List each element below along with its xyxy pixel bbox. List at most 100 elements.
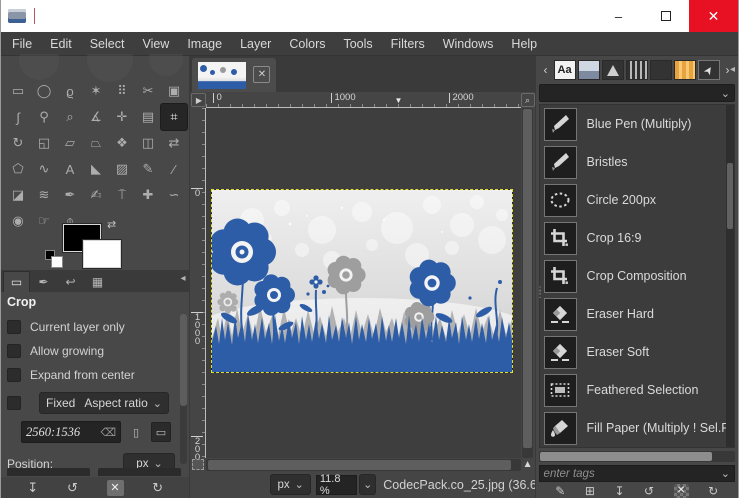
checkbox-0[interactable] — [7, 320, 21, 334]
list-scrollbar[interactable] — [726, 105, 734, 447]
tab-images[interactable]: ▦ — [84, 271, 111, 292]
scale-tool-icon[interactable]: ◱ — [31, 130, 57, 156]
heal-tool-icon[interactable]: ✚ — [135, 182, 161, 208]
unified-transform-tool-icon[interactable]: ❖ — [109, 130, 135, 156]
cage-transform-tool-icon[interactable]: ⬠ — [5, 156, 31, 182]
delete-preset-button[interactable]: ✕ — [674, 484, 689, 498]
refresh-presets-button[interactable]: ↻ — [708, 484, 718, 498]
clone-tool-icon[interactable]: ⍑ — [109, 182, 135, 208]
shear-tool-icon[interactable]: ▱ — [57, 130, 83, 156]
preset-item[interactable]: Bristles — [540, 143, 734, 181]
maximize-button[interactable] — [642, 0, 689, 32]
blur-sharpen-tool-icon[interactable]: ◉ — [5, 208, 31, 234]
vertical-ruler[interactable]: 010002000 — [190, 108, 206, 458]
new-preset-button[interactable]: ⊞ — [585, 484, 595, 498]
restore-preset-button[interactable]: ↺ — [644, 484, 654, 498]
minimize-button[interactable]: – — [595, 0, 642, 32]
menu-colors[interactable]: Colors — [280, 32, 334, 56]
menu-windows[interactable]: Windows — [434, 32, 503, 56]
checkbox-2[interactable] — [7, 368, 21, 382]
vertical-scrollbar[interactable] — [522, 108, 533, 458]
perspective-tool-icon[interactable]: ⏢ — [83, 130, 109, 156]
edit-preset-button[interactable]: ✎ — [555, 484, 565, 498]
ink-tool-icon[interactable]: ✒ — [57, 182, 83, 208]
tab-tool-options[interactable]: ▭ — [3, 271, 30, 292]
fuzzy-select-tool-icon[interactable]: ✶ — [83, 78, 109, 104]
bucket-fill-tool-icon[interactable]: ◣ — [83, 156, 109, 182]
titlebar[interactable]: – ✕ — [1, 0, 738, 32]
mypaint-brush-tool-icon[interactable]: ✍ — [83, 182, 109, 208]
menu-view[interactable]: View — [133, 32, 178, 56]
save-preset-button[interactable]: ↧ — [27, 480, 38, 496]
tool-options-scrollbar[interactable] — [180, 314, 187, 464]
collapse-arrow-icon[interactable]: ◂ — [180, 273, 185, 284]
menu-filters[interactable]: Filters — [382, 32, 434, 56]
default-colors-icon[interactable] — [45, 250, 55, 260]
paintbrush-tool-icon[interactable]: ∕ — [161, 156, 187, 182]
paths-tool-icon[interactable]: ∫ — [5, 104, 31, 130]
tab-fonts[interactable]: Aa — [554, 60, 576, 80]
position-spinboxes[interactable] — [7, 468, 181, 476]
foreground-select-tool-icon[interactable]: ▣ — [161, 78, 187, 104]
free-select-tool-icon[interactable]: ϱ — [57, 78, 83, 104]
portrait-orientation-button[interactable]: ▯ — [126, 422, 146, 442]
scroll-tabs-left-icon[interactable]: ‹ — [539, 63, 553, 77]
swap-colors-icon[interactable]: ⇄ — [107, 218, 116, 231]
menu-image[interactable]: Image — [178, 32, 231, 56]
tab-document-history[interactable] — [602, 60, 624, 80]
menu-tools[interactable]: Tools — [334, 32, 381, 56]
preset-item[interactable]: Feathered Selection — [540, 371, 734, 409]
landscape-orientation-button[interactable]: ▭ — [151, 422, 171, 442]
measure-tool-icon[interactable]: ∡ — [83, 104, 109, 130]
preset-item[interactable]: Eraser Soft — [540, 333, 734, 371]
canvas-menu-button[interactable]: ▶ — [191, 93, 206, 107]
warp-transform-tool-icon[interactable]: ∿ — [31, 156, 57, 182]
menu-file[interactable]: File — [3, 32, 41, 56]
menu-select[interactable]: Select — [81, 32, 134, 56]
panel-grip-handle[interactable]: ⋮⋮ — [536, 288, 544, 296]
tab-device-status[interactable]: ✒ — [30, 271, 57, 292]
reset-options-button[interactable]: ↻ — [152, 480, 163, 496]
crop-tool-icon[interactable]: ⌗ — [161, 104, 187, 130]
select-by-color-tool-icon[interactable]: ⠿ — [109, 78, 135, 104]
preset-filter-dropdown[interactable]: ⌄ — [539, 84, 735, 102]
close-image-icon[interactable]: ✕ — [253, 66, 270, 83]
quick-mask-toggle[interactable] — [192, 459, 204, 470]
background-color-swatch[interactable] — [83, 240, 121, 268]
scissors-select-tool-icon[interactable]: ✂ — [135, 78, 161, 104]
canvas-viewport[interactable] — [206, 108, 520, 458]
menu-edit[interactable]: Edit — [41, 32, 81, 56]
ellipse-select-tool-icon[interactable]: ◯ — [31, 78, 57, 104]
list-horizontal-scrollbar[interactable] — [539, 451, 735, 462]
gradient-tool-icon[interactable]: ▨ — [109, 156, 135, 182]
color-picker-tool-icon[interactable]: ⚲ — [31, 104, 57, 130]
tags-input[interactable]: enter tags ⌄ — [539, 465, 735, 482]
tab-brushes[interactable] — [650, 60, 672, 80]
tab-buffers[interactable] — [578, 60, 600, 80]
aspect-ratio-input[interactable]: 2560:1536 ⌫ — [21, 421, 121, 443]
unit-dropdown[interactable]: px ⌄ — [270, 474, 310, 495]
close-button[interactable]: ✕ — [689, 0, 738, 32]
pencil-tool-icon[interactable]: ✎ — [135, 156, 161, 182]
flip-tool-icon[interactable]: ⇄ — [161, 130, 187, 156]
duplicate-preset-button[interactable]: ↧ — [614, 484, 624, 498]
horizontal-ruler[interactable]: ▼ 010002000 — [206, 92, 520, 108]
clear-input-icon[interactable]: ⌫ — [100, 426, 116, 439]
airbrush-tool-icon[interactable]: ≋ — [31, 182, 57, 208]
restore-preset-button[interactable]: ↺ — [67, 480, 78, 496]
fixed-checkbox[interactable] — [7, 396, 21, 410]
zoom-level-input[interactable]: 11.8 % — [316, 475, 357, 495]
preset-item[interactable]: Blue Pen (Multiply) — [540, 105, 734, 143]
checkbox-1[interactable] — [7, 344, 21, 358]
preset-item[interactable]: Fill Paper (Multiply ! Sel.Patte — [540, 409, 734, 447]
image-tab[interactable]: ✕ — [192, 58, 276, 92]
collapse-arrow-icon[interactable]: ◂ — [730, 64, 735, 75]
3d-transform-tool-icon[interactable]: ◫ — [135, 130, 161, 156]
move-tool-icon[interactable]: ✛ — [109, 104, 135, 130]
rectangle-select-tool-icon[interactable]: ▭ — [5, 78, 31, 104]
zoom-tool-icon[interactable]: ⌕ — [57, 104, 83, 130]
navigation-button[interactable]: ▲ — [522, 459, 534, 471]
smudge-finger-tool-icon[interactable]: ☞ — [31, 208, 57, 234]
smudge-tool-icon[interactable]: ∽ — [161, 182, 187, 208]
tab-gradients[interactable] — [674, 60, 696, 80]
